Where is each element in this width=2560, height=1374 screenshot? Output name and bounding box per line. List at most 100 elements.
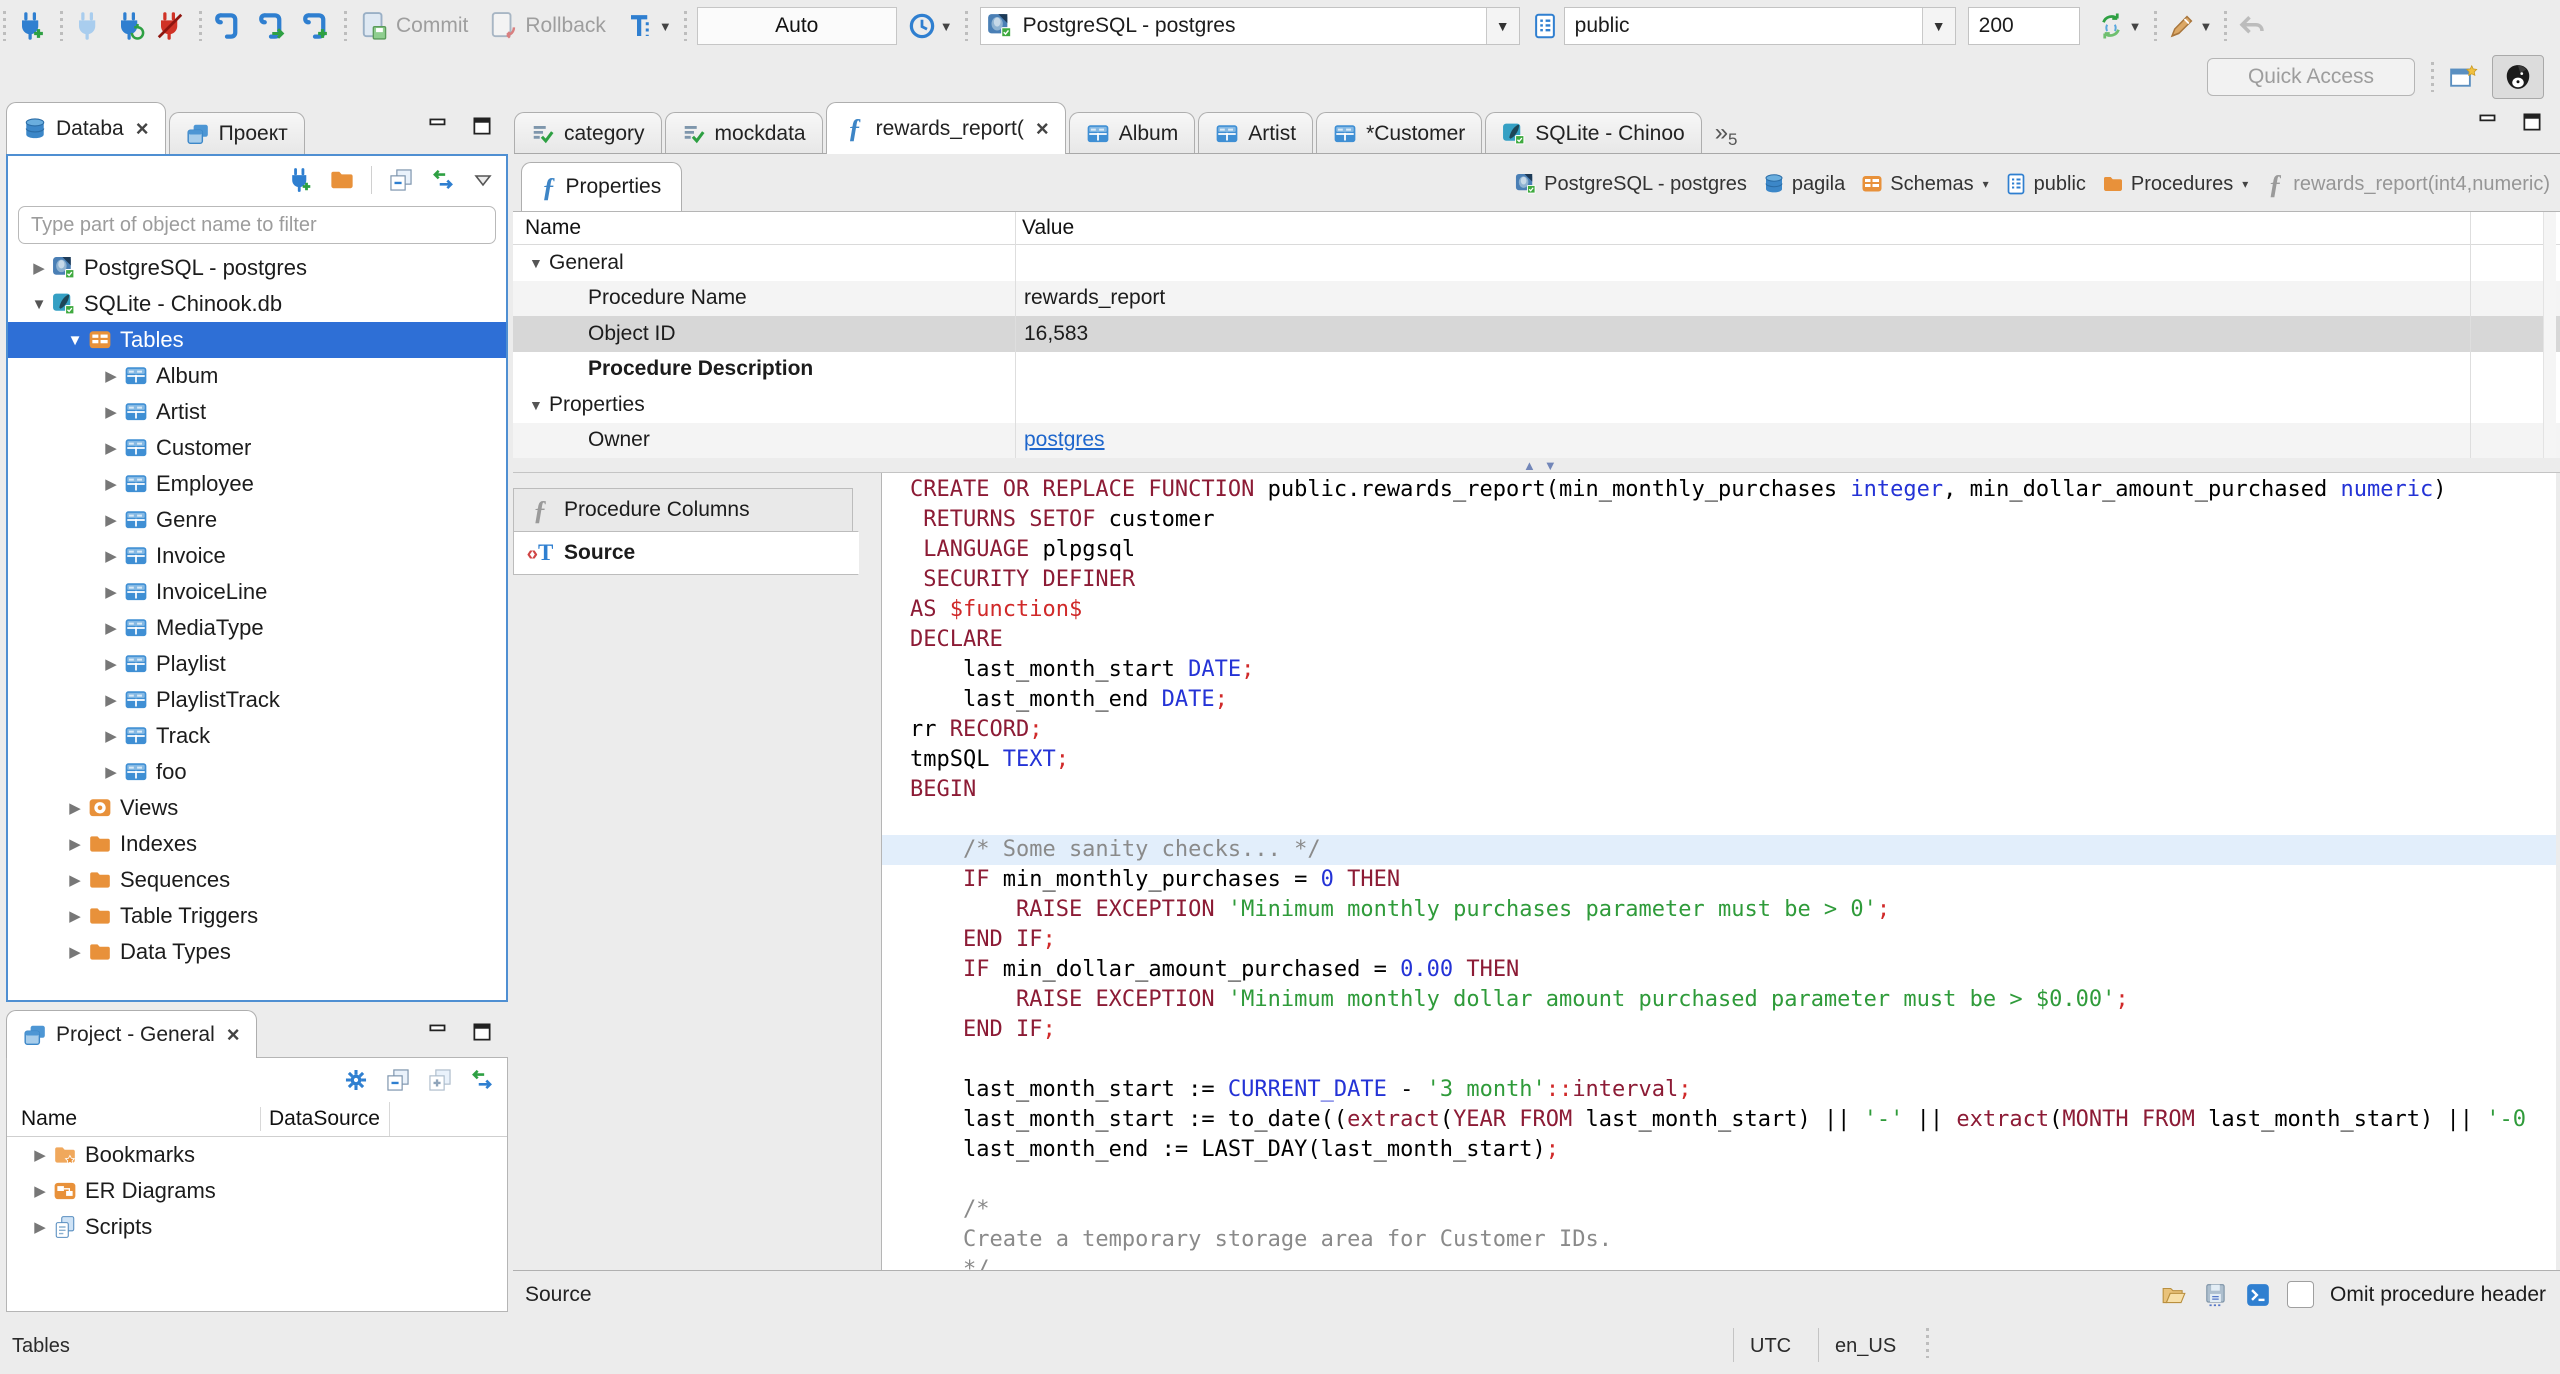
close-icon[interactable]: × <box>1036 116 1049 142</box>
toolbar-handle[interactable] <box>683 11 687 41</box>
transaction-dropdown-caret[interactable]: ▼ <box>659 19 672 34</box>
collapse-arrow-icon[interactable]: ▼ <box>62 332 88 349</box>
column-datasource[interactable]: DataSource <box>260 1107 389 1131</box>
tree-item-views[interactable]: ▶ Views <box>8 790 506 826</box>
rollback-icon[interactable] <box>488 11 518 41</box>
property-row-properties[interactable]: ▼ Properties <box>513 387 2560 423</box>
expand-arrow-icon[interactable]: ▶ <box>98 403 124 421</box>
commit-icon[interactable] <box>359 11 389 41</box>
fetch-size-input[interactable]: 200 <box>1967 7 2080 45</box>
toolbar-handle[interactable] <box>2224 11 2228 41</box>
dbeaver-perspective-button[interactable] <box>2492 55 2544 99</box>
splitter-sash[interactable]: ▲▼ <box>513 458 2560 473</box>
editor-tab-rewards-report-[interactable]: ƒ rewards_report(× <box>825 102 1066 154</box>
sql-editor-button[interactable] <box>212 11 242 41</box>
maximize-icon[interactable] <box>470 114 494 138</box>
expand-arrow-icon[interactable]: ▶ <box>62 871 88 889</box>
column-name[interactable]: Name <box>7 1107 260 1131</box>
active-schema-combo[interactable]: public ▼ <box>1563 7 1956 45</box>
tree-item-artist[interactable]: ▶ Artist <box>8 394 506 430</box>
load-from-file-icon[interactable] <box>2161 1282 2187 1308</box>
transaction-log-button[interactable] <box>907 11 937 41</box>
minimize-icon[interactable] <box>426 1020 450 1044</box>
sash-arrows[interactable]: ▲▼ <box>1523 458 1565 473</box>
toolbar-handle[interactable] <box>2431 62 2434 92</box>
compose-caret[interactable]: ▼ <box>2200 19 2213 34</box>
tab-project-general[interactable]: Project - General × <box>6 1010 257 1058</box>
transaction-mode-button[interactable] <box>626 11 656 41</box>
expand-arrow-icon[interactable]: ▶ <box>98 583 124 601</box>
toolbar-handle[interactable] <box>60 11 63 41</box>
tree-item-track[interactable]: ▶ Track <box>8 718 506 754</box>
expand-arrow-icon[interactable]: ▶ <box>27 1146 53 1164</box>
refresh-button[interactable] <box>2096 11 2126 41</box>
toolbar-handle[interactable] <box>2153 11 2157 41</box>
property-row-owner[interactable]: Owner postgres <box>513 422 2560 458</box>
connection-combo-arrow[interactable]: ▼ <box>1485 8 1519 44</box>
expand-arrow-icon[interactable]: ▶ <box>98 547 124 565</box>
property-value-link[interactable]: postgres <box>1024 428 1105 451</box>
expand-arrow-icon[interactable]: ▶ <box>26 259 52 277</box>
tab-database-navigator[interactable]: Databa × <box>6 102 166 154</box>
project-item-scripts[interactable]: ▶ Scripts <box>7 1209 507 1245</box>
editor-tab-category[interactable]: category <box>514 112 662 154</box>
tree-item-mediatype[interactable]: ▶ MediaType <box>8 610 506 646</box>
tree-item-postgresql-postgres[interactable]: ▶ PostgreSQL - postgres <box>8 250 506 286</box>
link-with-editor-icon[interactable] <box>430 167 456 193</box>
expand-arrow-icon[interactable]: ▶ <box>62 835 88 853</box>
project-item-bookmarks[interactable]: ▶ Bookmarks <box>7 1137 507 1173</box>
open-console-icon[interactable] <box>2245 1282 2271 1308</box>
collapse-all-icon[interactable] <box>385 1067 411 1093</box>
breadcrumb-schemas[interactable]: Schemas ▾ <box>1861 173 1989 196</box>
disconnect-button[interactable] <box>155 11 185 41</box>
compose-button[interactable] <box>2167 11 2197 41</box>
tree-item-data-types[interactable]: ▶ Data Types <box>8 934 506 970</box>
property-row-procedure-description[interactable]: Procedure Description <box>513 352 2560 388</box>
gear-icon[interactable] <box>343 1067 369 1093</box>
source-code[interactable]: CREATE OR REPLACE FUNCTION public.reward… <box>882 473 2556 1270</box>
back-button[interactable] <box>2237 11 2267 41</box>
subtab-source[interactable]: ‹›T Source <box>513 531 859 575</box>
expand-arrow-icon[interactable]: ▶ <box>98 511 124 529</box>
breadcrumb-postgresql-postgres[interactable]: PostgreSQL - postgres <box>1515 173 1747 196</box>
expand-arrow-icon[interactable]: ▶ <box>98 619 124 637</box>
subtab-procedure-columns[interactable]: ƒ Procedure Columns <box>513 488 853 532</box>
tab-projects[interactable]: Проект <box>168 112 305 154</box>
toolbar-handle[interactable] <box>3 11 6 41</box>
save-to-file-icon[interactable] <box>2203 1282 2229 1308</box>
group-collapse-icon[interactable]: ▼ <box>529 255 545 271</box>
close-icon[interactable]: × <box>227 1022 240 1048</box>
tree-item-invoice[interactable]: ▶ Invoice <box>8 538 506 574</box>
dropdown-caret-icon[interactable]: ▾ <box>2242 177 2248 191</box>
schema-combo-arrow[interactable]: ▼ <box>1921 8 1955 44</box>
expand-arrow-icon[interactable]: ▶ <box>62 943 88 961</box>
minimize-icon[interactable] <box>2476 110 2500 134</box>
maximize-icon[interactable] <box>470 1020 494 1044</box>
breadcrumb-rewards-report-int4-numeric-[interactable]: ƒ rewards_report(int4,numeric) <box>2264 170 2550 197</box>
open-sql-editor-button[interactable] <box>256 11 286 41</box>
object-filter-input[interactable]: Type part of object name to filter <box>18 206 496 244</box>
tree-item-indexes[interactable]: ▶ Indexes <box>8 826 506 862</box>
source-editor[interactable]: CREATE OR REPLACE FUNCTION public.reward… <box>882 473 2556 1270</box>
tree-item-tables[interactable]: ▼ Tables <box>8 322 506 358</box>
connect-button[interactable] <box>73 11 103 41</box>
tree-item-sqlite-chinook-db[interactable]: ▼ SQLite - Chinook.db <box>8 286 506 322</box>
tree-item-customer[interactable]: ▶ Customer <box>8 430 506 466</box>
editor-tab-mockdata[interactable]: mockdata <box>664 112 823 154</box>
tree-item-playlisttrack[interactable]: ▶ PlaylistTrack <box>8 682 506 718</box>
expand-arrow-icon[interactable]: ▶ <box>98 367 124 385</box>
commit-mode-select[interactable]: Auto <box>696 7 897 45</box>
commit-button[interactable]: Commit <box>396 14 468 38</box>
omit-procedure-header-checkbox[interactable] <box>2287 1281 2315 1308</box>
expand-all-icon[interactable] <box>427 1067 453 1093</box>
new-connection-button[interactable] <box>16 11 46 41</box>
expand-arrow-icon[interactable]: ▶ <box>98 475 124 493</box>
tree-item-invoiceline[interactable]: ▶ InvoiceLine <box>8 574 506 610</box>
expand-arrow-icon[interactable]: ▶ <box>98 691 124 709</box>
active-connection-combo[interactable]: PostgreSQL - postgres ▼ <box>979 7 1520 45</box>
tab-properties[interactable]: ƒ Properties <box>521 162 683 211</box>
tab-overflow-indicator[interactable]: »5 <box>1715 121 1738 149</box>
breadcrumb-pagila[interactable]: pagila <box>1763 173 1845 196</box>
new-sql-editor-button[interactable] <box>300 11 330 41</box>
property-row-procedure-name[interactable]: Procedure Name rewards_report <box>513 280 2560 316</box>
